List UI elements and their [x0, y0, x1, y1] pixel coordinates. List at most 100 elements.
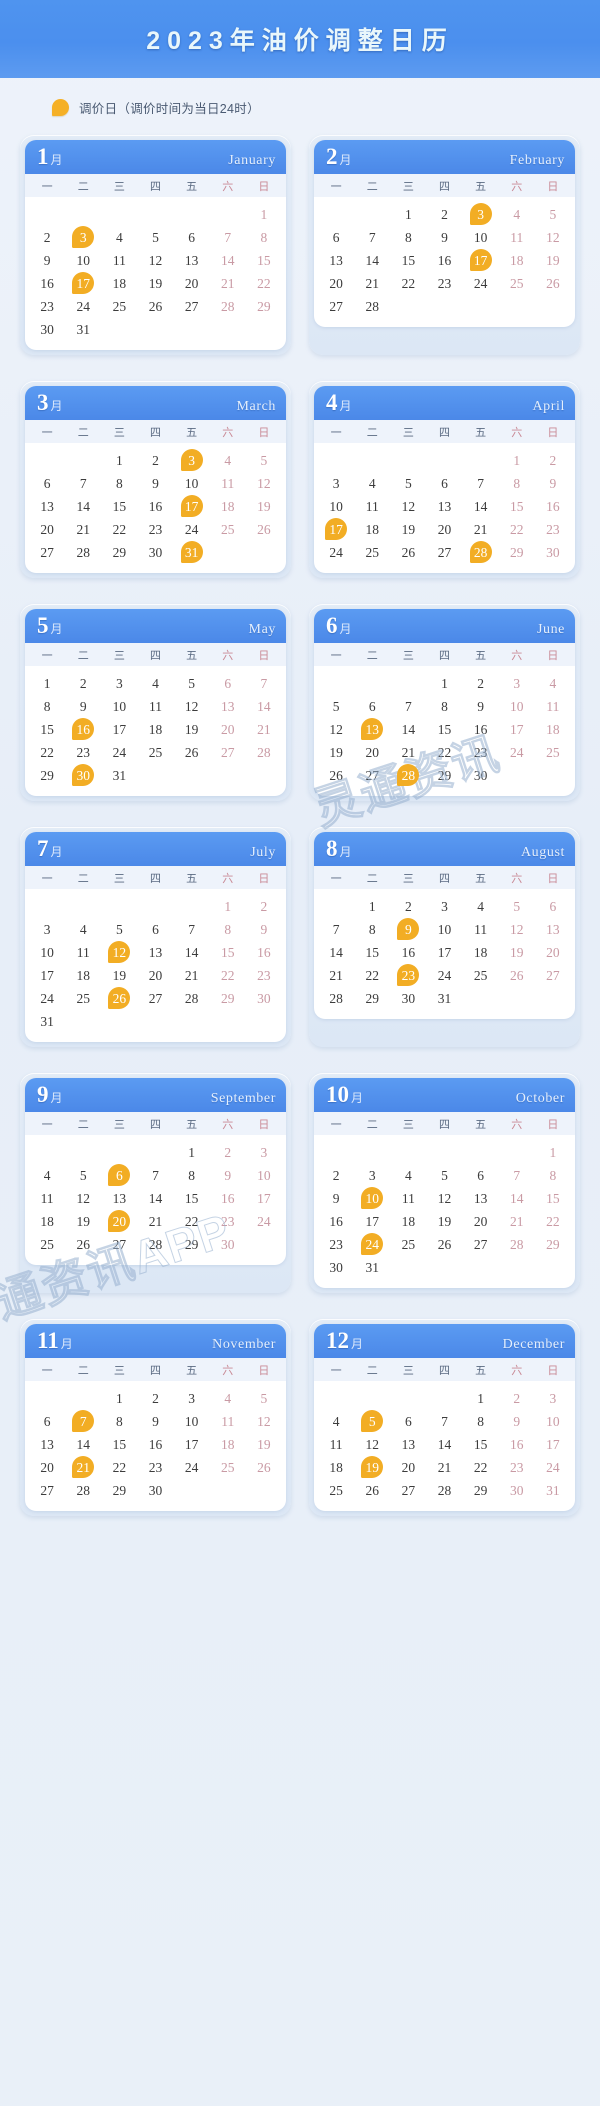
day-cell-adjustment[interactable]: 7: [65, 1411, 101, 1432]
day-cell[interactable]: 27: [29, 542, 65, 563]
day-cell[interactable]: 15: [246, 250, 282, 271]
day-cell[interactable]: 8: [390, 227, 426, 248]
day-cell[interactable]: 30: [137, 1480, 173, 1501]
day-cell[interactable]: 7: [499, 1165, 535, 1186]
day-cell[interactable]: 17: [29, 965, 65, 986]
day-cell[interactable]: 12: [390, 496, 426, 517]
day-cell[interactable]: 19: [535, 250, 571, 271]
day-cell[interactable]: 7: [463, 473, 499, 494]
day-cell[interactable]: 29: [426, 765, 462, 786]
day-cell-adjustment[interactable]: 28: [390, 765, 426, 786]
day-cell[interactable]: 24: [101, 742, 137, 763]
day-cell[interactable]: 23: [210, 1211, 246, 1232]
day-cell[interactable]: 5: [174, 673, 210, 694]
day-cell[interactable]: 14: [174, 942, 210, 963]
day-cell[interactable]: 8: [174, 1165, 210, 1186]
day-cell[interactable]: 14: [318, 942, 354, 963]
day-cell-adjustment[interactable]: 28: [463, 542, 499, 563]
day-cell[interactable]: 16: [137, 496, 173, 517]
day-cell[interactable]: 15: [463, 1434, 499, 1455]
day-cell[interactable]: 22: [101, 1457, 137, 1478]
day-cell[interactable]: 21: [499, 1211, 535, 1232]
day-cell[interactable]: 24: [65, 296, 101, 317]
day-cell[interactable]: 17: [354, 1211, 390, 1232]
day-cell[interactable]: 23: [426, 273, 462, 294]
day-cell[interactable]: 21: [463, 519, 499, 540]
day-cell[interactable]: 10: [174, 473, 210, 494]
day-cell[interactable]: 20: [318, 273, 354, 294]
day-cell[interactable]: 16: [246, 942, 282, 963]
day-cell[interactable]: 18: [137, 719, 173, 740]
day-cell[interactable]: 5: [101, 919, 137, 940]
day-cell[interactable]: 13: [29, 496, 65, 517]
day-cell[interactable]: 12: [535, 227, 571, 248]
day-cell[interactable]: 13: [426, 496, 462, 517]
day-cell[interactable]: 30: [246, 988, 282, 1009]
day-cell[interactable]: 23: [65, 742, 101, 763]
day-cell[interactable]: 24: [174, 1457, 210, 1478]
day-cell[interactable]: 4: [390, 1165, 426, 1186]
day-cell[interactable]: 28: [354, 296, 390, 317]
day-cell[interactable]: 22: [499, 519, 535, 540]
day-cell[interactable]: 25: [210, 519, 246, 540]
day-cell[interactable]: 11: [29, 1188, 65, 1209]
day-cell[interactable]: 27: [101, 1234, 137, 1255]
day-cell[interactable]: 9: [246, 919, 282, 940]
day-cell[interactable]: 1: [499, 450, 535, 471]
day-cell[interactable]: 10: [318, 496, 354, 517]
day-cell[interactable]: 13: [210, 696, 246, 717]
day-cell-adjustment[interactable]: 17: [174, 496, 210, 517]
day-cell[interactable]: 20: [29, 519, 65, 540]
day-cell[interactable]: 5: [246, 450, 282, 471]
day-cell[interactable]: 28: [499, 1234, 535, 1255]
day-cell[interactable]: 25: [354, 542, 390, 563]
day-cell[interactable]: 26: [318, 765, 354, 786]
day-cell[interactable]: 22: [29, 742, 65, 763]
day-cell[interactable]: 29: [535, 1234, 571, 1255]
day-cell[interactable]: 27: [354, 765, 390, 786]
day-cell[interactable]: 8: [101, 1411, 137, 1432]
day-cell-adjustment[interactable]: 21: [65, 1457, 101, 1478]
day-cell-adjustment[interactable]: 13: [354, 719, 390, 740]
day-cell[interactable]: 26: [174, 742, 210, 763]
day-cell[interactable]: 25: [535, 742, 571, 763]
day-cell[interactable]: 17: [101, 719, 137, 740]
day-cell[interactable]: 3: [426, 896, 462, 917]
day-cell[interactable]: 11: [137, 696, 173, 717]
day-cell[interactable]: 30: [210, 1234, 246, 1255]
day-cell-adjustment[interactable]: 30: [65, 765, 101, 786]
day-cell[interactable]: 4: [210, 1388, 246, 1409]
day-cell[interactable]: 10: [499, 696, 535, 717]
day-cell[interactable]: 11: [65, 942, 101, 963]
day-cell[interactable]: 13: [463, 1188, 499, 1209]
day-cell[interactable]: 6: [354, 696, 390, 717]
day-cell[interactable]: 14: [426, 1434, 462, 1455]
day-cell[interactable]: 27: [318, 296, 354, 317]
day-cell[interactable]: 22: [210, 965, 246, 986]
day-cell[interactable]: 31: [29, 1011, 65, 1032]
day-cell[interactable]: 10: [426, 919, 462, 940]
day-cell[interactable]: 26: [65, 1234, 101, 1255]
day-cell[interactable]: 23: [137, 519, 173, 540]
day-cell[interactable]: 20: [174, 273, 210, 294]
day-cell[interactable]: 7: [318, 919, 354, 940]
day-cell[interactable]: 6: [29, 473, 65, 494]
day-cell[interactable]: 28: [65, 542, 101, 563]
day-cell[interactable]: 21: [426, 1457, 462, 1478]
day-cell[interactable]: 11: [101, 250, 137, 271]
day-cell-adjustment[interactable]: 3: [65, 227, 101, 248]
day-cell[interactable]: 7: [210, 227, 246, 248]
day-cell[interactable]: 28: [318, 988, 354, 1009]
day-cell[interactable]: 22: [354, 965, 390, 986]
day-cell[interactable]: 9: [29, 250, 65, 271]
day-cell[interactable]: 10: [101, 696, 137, 717]
day-cell[interactable]: 13: [137, 942, 173, 963]
day-cell[interactable]: 2: [390, 896, 426, 917]
day-cell[interactable]: 16: [137, 1434, 173, 1455]
day-cell[interactable]: 15: [210, 942, 246, 963]
day-cell[interactable]: 14: [246, 696, 282, 717]
day-cell[interactable]: 19: [101, 965, 137, 986]
day-cell[interactable]: 18: [390, 1211, 426, 1232]
day-cell-adjustment[interactable]: 24: [354, 1234, 390, 1255]
day-cell[interactable]: 10: [174, 1411, 210, 1432]
